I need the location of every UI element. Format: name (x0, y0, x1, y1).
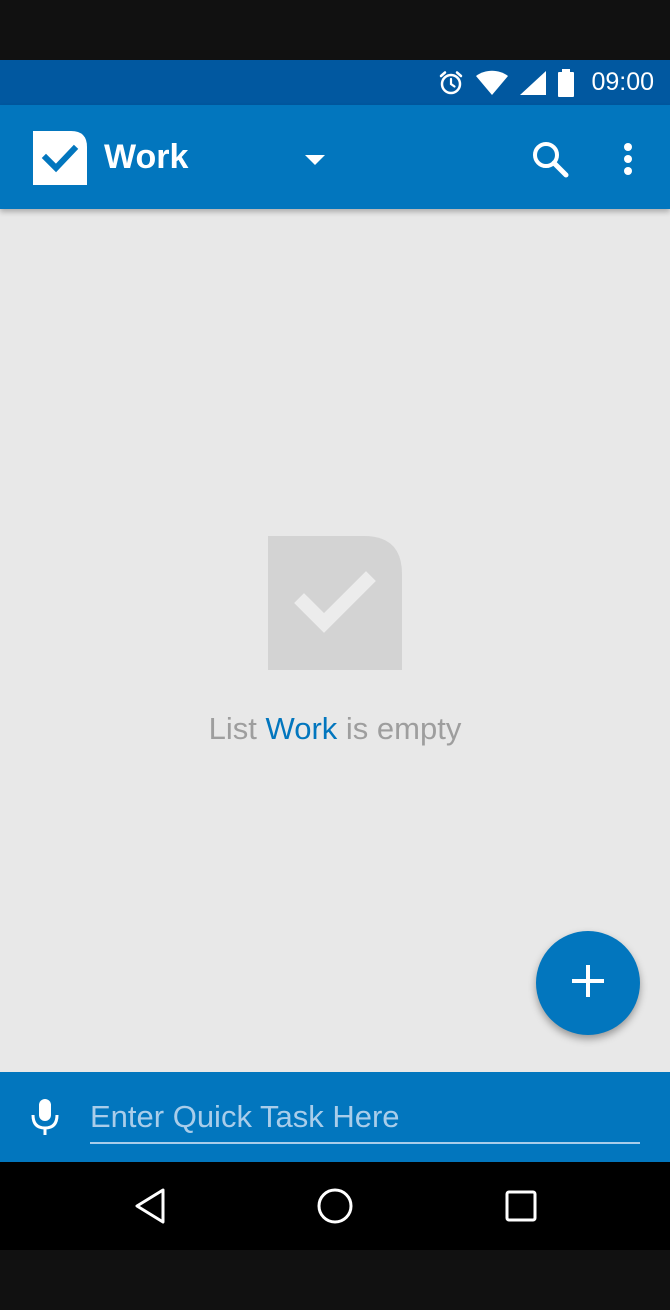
device-top-bezel (0, 0, 670, 60)
app-logo-icon (33, 131, 87, 185)
task-list-area: List Work is empty (0, 209, 670, 1072)
empty-list-message: List Work is empty (0, 711, 670, 747)
wifi-icon (475, 70, 509, 96)
plus-icon (571, 964, 605, 1003)
app-bar: Work (0, 105, 670, 209)
more-vert-icon[interactable] (608, 135, 648, 183)
status-time: 09:00 (591, 68, 654, 96)
add-task-button[interactable] (536, 931, 640, 1035)
quick-task-input[interactable] (90, 1092, 640, 1144)
empty-message-prefix: List (208, 711, 266, 746)
list-title[interactable]: Work (104, 138, 188, 177)
system-nav-bar (0, 1162, 670, 1250)
device-bottom-bezel (0, 1250, 670, 1310)
empty-checkbox-icon (268, 536, 402, 670)
signal-icon (519, 70, 547, 96)
empty-message-suffix: is empty (337, 711, 462, 746)
home-icon[interactable] (311, 1182, 359, 1230)
empty-message-list-name: Work (265, 711, 338, 746)
recents-icon[interactable] (497, 1182, 545, 1230)
battery-icon (557, 68, 575, 97)
back-icon[interactable] (126, 1182, 174, 1230)
quick-task-bar (0, 1072, 670, 1162)
search-icon[interactable] (526, 135, 574, 183)
dropdown-arrow-icon[interactable] (300, 145, 330, 175)
microphone-icon[interactable] (22, 1094, 68, 1140)
status-bar: 09:00 (0, 60, 670, 105)
alarm-icon (437, 69, 465, 97)
